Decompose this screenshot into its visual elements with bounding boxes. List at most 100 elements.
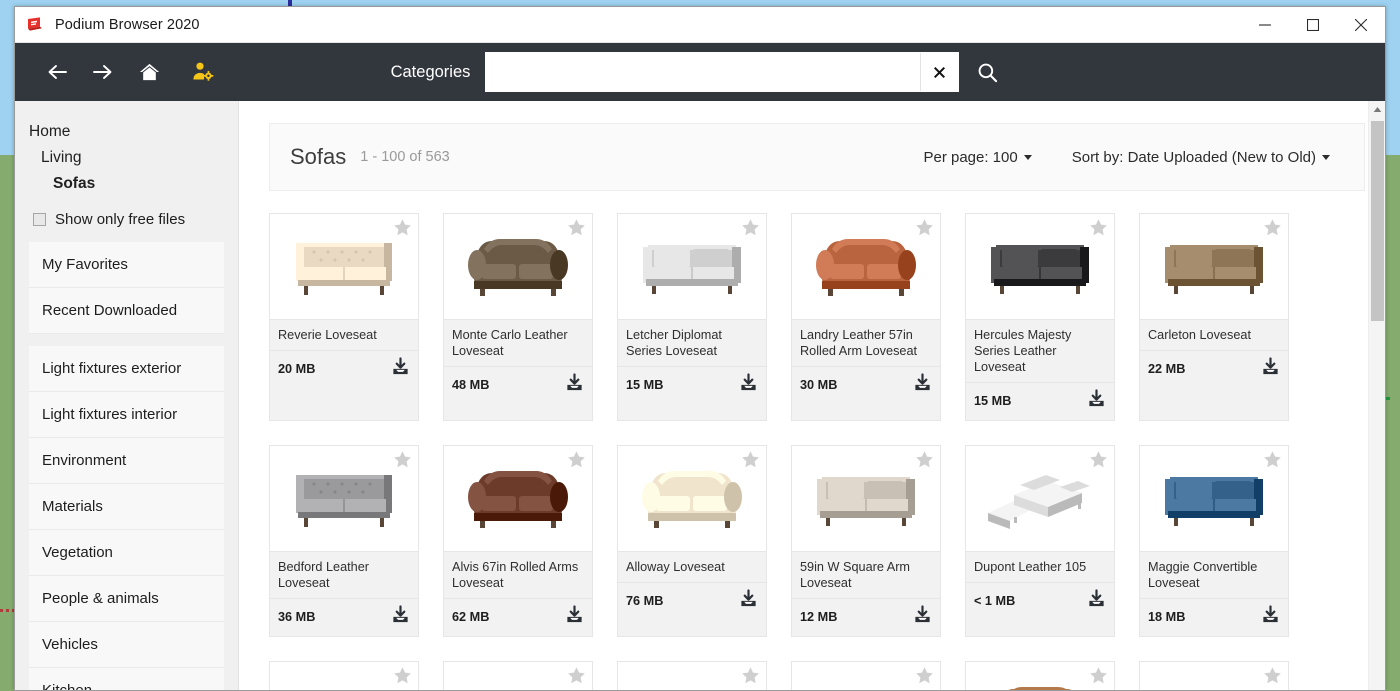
product-thumbnail[interactable]	[444, 214, 592, 320]
sidebar-item-recent-downloaded[interactable]: Recent Downloaded	[29, 288, 224, 334]
download-icon[interactable]	[565, 605, 584, 629]
product-thumbnail[interactable]	[792, 446, 940, 552]
star-icon[interactable]	[740, 449, 761, 470]
product-card[interactable]	[791, 661, 941, 690]
product-thumbnail[interactable]	[444, 446, 592, 552]
product-thumbnail[interactable]	[618, 214, 766, 320]
product-card[interactable]: Monte Carlo Leather Loveseat 48 MB	[443, 213, 593, 421]
product-thumbnail[interactable]	[270, 662, 418, 690]
product-card[interactable]	[443, 661, 593, 690]
download-icon[interactable]	[739, 373, 758, 397]
per-page-dropdown[interactable]: Per page: 100	[923, 149, 1032, 166]
download-icon[interactable]	[391, 357, 410, 381]
search-icon[interactable]	[965, 52, 1009, 92]
download-icon[interactable]	[913, 605, 932, 629]
star-icon[interactable]	[1088, 449, 1109, 470]
product-thumbnail[interactable]	[1140, 446, 1288, 552]
breadcrumb-item-home[interactable]: Home	[29, 119, 224, 145]
download-icon[interactable]	[1087, 389, 1106, 413]
breadcrumb-item-living[interactable]: Living	[29, 145, 224, 171]
product-card[interactable]: Bedford Leather Loveseat 36 MB	[269, 445, 419, 637]
star-icon[interactable]	[1262, 217, 1283, 238]
download-icon[interactable]	[739, 589, 758, 613]
star-icon[interactable]	[1262, 665, 1283, 686]
sidebar-item-kitchen[interactable]: Kitchen	[29, 668, 224, 690]
product-thumbnail[interactable]	[966, 662, 1114, 690]
download-icon[interactable]	[1261, 357, 1280, 381]
download-icon[interactable]	[1087, 589, 1106, 613]
star-icon[interactable]	[566, 217, 587, 238]
chevron-up-icon[interactable]	[1369, 101, 1385, 118]
product-card[interactable]: Alloway Loveseat 76 MB	[617, 445, 767, 637]
product-card[interactable]	[1139, 661, 1289, 690]
download-icon[interactable]	[565, 373, 584, 397]
product-thumbnail[interactable]	[966, 446, 1114, 552]
product-thumbnail[interactable]	[618, 662, 766, 690]
star-icon[interactable]	[392, 217, 413, 238]
product-card[interactable]: Carleton Loveseat 22 MB	[1139, 213, 1289, 421]
user-gear-icon[interactable]	[183, 52, 223, 92]
sidebar-item-light-fixtures-interior[interactable]: Light fixtures interior	[29, 392, 224, 438]
product-card[interactable]	[269, 661, 419, 690]
star-icon[interactable]	[566, 665, 587, 686]
star-icon[interactable]	[914, 449, 935, 470]
close-button[interactable]	[1337, 7, 1385, 43]
star-icon[interactable]	[740, 217, 761, 238]
product-card[interactable]: Maggie Convertible Loveseat 18 MB	[1139, 445, 1289, 637]
maximize-button[interactable]	[1289, 7, 1337, 43]
sidebar-item-my-favorites[interactable]: My Favorites	[29, 242, 224, 288]
home-icon[interactable]	[129, 52, 169, 92]
star-icon[interactable]	[392, 449, 413, 470]
product-thumbnail[interactable]	[270, 446, 418, 552]
star-icon[interactable]	[1088, 217, 1109, 238]
checkbox-box[interactable]	[33, 213, 46, 226]
sort-by-dropdown[interactable]: Sort by: Date Uploaded (New to Old)	[1072, 149, 1330, 166]
sidebar-item-materials[interactable]: Materials	[29, 484, 224, 530]
product-card[interactable]: Letcher Diplomat Series Loveseat 15 MB	[617, 213, 767, 421]
product-footer: 36 MB	[270, 599, 418, 636]
product-size: < 1 MB	[974, 594, 1016, 608]
sidebar-item-light-fixtures-exterior[interactable]: Light fixtures exterior	[29, 346, 224, 392]
breadcrumb-item-sofas[interactable]: Sofas	[29, 171, 224, 197]
minimize-button[interactable]	[1241, 7, 1289, 43]
product-card[interactable]: Dupont Leather 105 < 1 MB	[965, 445, 1115, 637]
scrollbar-thumb[interactable]	[1371, 121, 1384, 321]
product-thumbnail[interactable]	[966, 214, 1114, 320]
star-icon[interactable]	[566, 449, 587, 470]
star-icon[interactable]	[392, 665, 413, 686]
show-only-free-files-checkbox[interactable]: Show only free files	[29, 211, 224, 228]
product-footer: 76 MB	[618, 583, 766, 620]
download-icon[interactable]	[391, 605, 410, 629]
product-thumbnail[interactable]	[1140, 214, 1288, 320]
star-icon[interactable]	[740, 665, 761, 686]
product-card[interactable]: Landry Leather 57in Rolled Arm Loveseat …	[791, 213, 941, 421]
arrow-right-icon[interactable]	[83, 52, 123, 92]
search-input[interactable]	[486, 53, 921, 91]
product-card[interactable]: Reverie Loveseat 20 MB	[269, 213, 419, 421]
product-thumbnail[interactable]	[270, 214, 418, 320]
close-icon[interactable]	[920, 53, 959, 91]
star-icon[interactable]	[914, 217, 935, 238]
product-thumbnail[interactable]	[792, 662, 940, 690]
product-thumbnail[interactable]	[792, 214, 940, 320]
star-icon[interactable]	[914, 665, 935, 686]
arrow-left-icon[interactable]	[37, 52, 77, 92]
product-card[interactable]	[965, 661, 1115, 690]
product-thumbnail[interactable]	[1140, 662, 1288, 690]
product-card[interactable]: 59in W Square Arm Loveseat 12 MB	[791, 445, 941, 637]
product-card[interactable]	[617, 661, 767, 690]
product-thumbnail[interactable]	[444, 662, 592, 690]
product-thumbnail[interactable]	[618, 446, 766, 552]
content-scrollbar[interactable]	[1368, 101, 1385, 690]
sidebar-item-people-and-animals[interactable]: People & animals	[29, 576, 224, 622]
star-icon[interactable]	[1262, 449, 1283, 470]
window-controls	[1241, 7, 1385, 43]
product-card[interactable]: Hercules Majesty Series Leather Loveseat…	[965, 213, 1115, 421]
sidebar-item-environment[interactable]: Environment	[29, 438, 224, 484]
sidebar-item-vegetation[interactable]: Vegetation	[29, 530, 224, 576]
sidebar-item-vehicles[interactable]: Vehicles	[29, 622, 224, 668]
product-card[interactable]: Alvis 67in Rolled Arms Loveseat 62 MB	[443, 445, 593, 637]
star-icon[interactable]	[1088, 665, 1109, 686]
download-icon[interactable]	[913, 373, 932, 397]
download-icon[interactable]	[1261, 605, 1280, 629]
